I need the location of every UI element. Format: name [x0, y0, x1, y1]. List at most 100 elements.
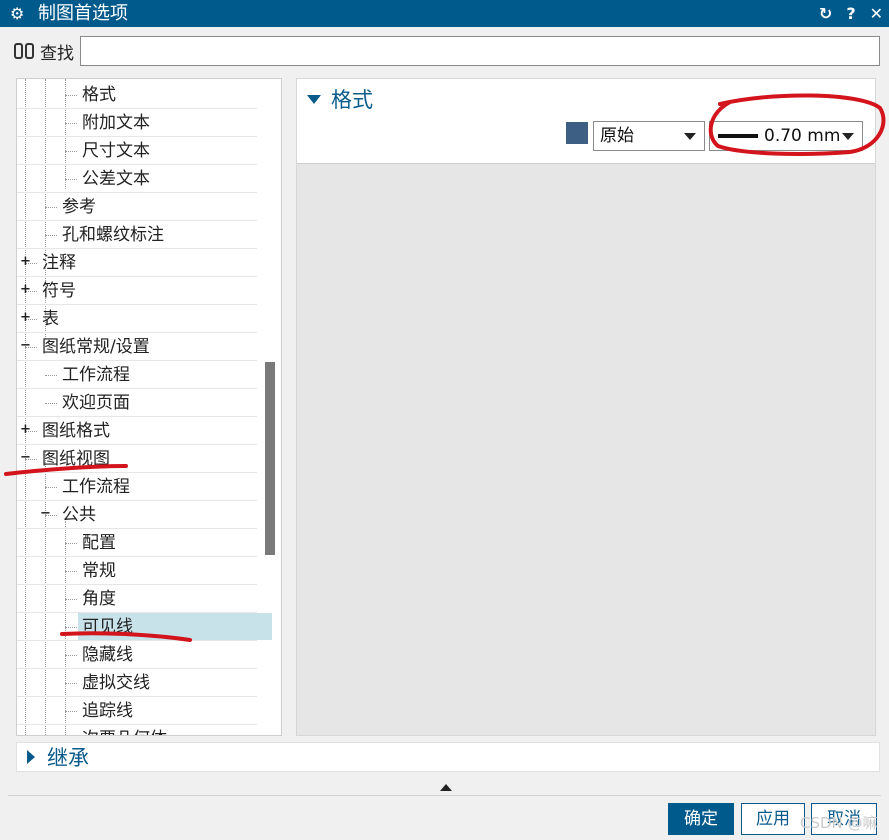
tree-item[interactable]: − 图纸视图 [17, 445, 257, 473]
tree-item-label: 图纸格式 [42, 421, 110, 441]
collapse-minus-icon[interactable]: − [20, 451, 31, 464]
tree-item-label: 图纸常规/设置 [42, 337, 150, 357]
help-icon[interactable]: ? [846, 4, 855, 23]
inherit-section-header[interactable]: 继承 [16, 742, 880, 772]
tree-item[interactable]: 配置 [17, 529, 257, 557]
tree-item[interactable]: 次要几何体 [17, 725, 257, 735]
expand-plus-icon[interactable]: + [20, 255, 31, 268]
tree-item-label: 次要几何体 [82, 725, 167, 735]
color-swatch[interactable] [566, 122, 588, 144]
tree-connector [65, 543, 77, 544]
tree-item[interactable]: 公差文本 [17, 165, 257, 193]
tree-connector [45, 207, 57, 208]
tree-connector [45, 403, 57, 404]
expand-plus-icon[interactable]: + [20, 283, 31, 296]
tree-item-label: 图纸视图 [42, 449, 110, 469]
tree-item[interactable]: 角度 [17, 585, 257, 613]
title-bar: ⚙ 制图首选项 ↻ ? ✕ [0, 0, 889, 27]
tree-item[interactable]: 追踪线 [17, 697, 257, 725]
line-width-value: 0.70 mm [764, 126, 841, 146]
search-label: 查找 [40, 43, 74, 64]
tree-connector [65, 711, 77, 712]
tree-connector [65, 95, 77, 96]
reset-icon[interactable]: ↻ [819, 4, 832, 23]
tree-connector [65, 627, 77, 628]
binoculars-icon [12, 40, 38, 62]
tree-item-label: 工作流程 [62, 477, 130, 497]
tree-item[interactable]: 孔和螺纹标注 [17, 221, 257, 249]
tree-item[interactable]: 尺寸文本 [17, 137, 257, 165]
tree-connector [65, 655, 77, 656]
tree-item[interactable]: 欢迎页面 [17, 389, 257, 417]
tree-connector [65, 151, 77, 152]
gear-icon: ⚙ [10, 4, 25, 23]
tree-item-label: 格式 [82, 85, 116, 105]
tree-item-label: 配置 [82, 533, 116, 553]
tree-item[interactable]: − 图纸常规/设置 [17, 333, 257, 361]
tree-connector [65, 599, 77, 600]
search-row: 查找 [12, 36, 880, 66]
tree-item[interactable]: 隐藏线 [17, 641, 257, 669]
tree-item[interactable]: + 图纸格式 [17, 417, 257, 445]
tree-item[interactable]: 虚拟交线 [17, 669, 257, 697]
apply-button[interactable]: 应用 [741, 803, 805, 835]
tree-connector [45, 235, 57, 236]
collapse-arrow-icon[interactable] [440, 784, 452, 791]
close-icon[interactable]: ✕ [870, 4, 883, 23]
tree-item[interactable]: 工作流程 [17, 361, 257, 389]
inherit-section-title: 继承 [47, 746, 89, 770]
tree-connector [65, 571, 77, 572]
tree-item-label: 角度 [82, 589, 116, 609]
expand-plus-icon[interactable]: + [20, 311, 31, 324]
format-card: 格式 原始 0.70 mm [297, 79, 875, 164]
tree-scrollbar[interactable] [265, 362, 275, 555]
tree-item-label: 虚拟交线 [82, 673, 150, 693]
line-style-value: 原始 [600, 126, 634, 146]
tree-item-label: 尺寸文本 [82, 141, 150, 161]
line-width-dropdown[interactable]: 0.70 mm [709, 121, 863, 151]
expand-plus-icon[interactable]: + [20, 423, 31, 436]
settings-panel: 格式 原始 0.70 mm [296, 78, 876, 736]
expand-triangle-icon [307, 94, 321, 104]
tree-item[interactable]: 常规 [17, 557, 257, 585]
tree-item[interactable]: + 符号 [17, 277, 257, 305]
tree-item-label: 表 [42, 309, 59, 329]
tree-item[interactable]: − 公共 [17, 501, 257, 529]
tree-item-label: 追踪线 [82, 701, 133, 721]
collapse-minus-icon[interactable]: − [40, 507, 51, 520]
tree-connector [45, 375, 57, 376]
tree-item[interactable]: 工作流程 [17, 473, 257, 501]
line-width-icon [718, 134, 758, 138]
tree-item[interactable]: + 表 [17, 305, 257, 333]
tree-item-label: 公差文本 [82, 169, 150, 189]
format-section-header[interactable]: 格式 [305, 84, 373, 114]
collapsed-triangle-icon [27, 750, 35, 764]
tree-item-label: 常规 [82, 561, 116, 581]
tree-item-label: 工作流程 [62, 365, 130, 385]
preferences-tree: 格式 附加文本 尺寸文本 公差文本 参考 孔和螺纹标注 + 注释 + 符号 + 表 − 图纸常规/设置 工作… [16, 78, 282, 736]
tree-item-label: 欢迎页面 [62, 393, 130, 413]
tree-item-label: 附加文本 [82, 113, 150, 133]
dropdown-arrow-icon [842, 133, 854, 140]
tree-item-label: 孔和螺纹标注 [62, 225, 164, 245]
tree-connector [65, 179, 77, 180]
ok-button[interactable]: 确定 [668, 803, 734, 835]
tree-item[interactable]: 格式 [17, 81, 257, 109]
tree-item[interactable]: + 注释 [17, 249, 257, 277]
tree-connector [45, 487, 57, 488]
format-section-title: 格式 [331, 88, 373, 112]
line-style-dropdown[interactable]: 原始 [593, 121, 705, 151]
window-title: 制图首选项 [38, 3, 128, 24]
tree-item[interactable]: 附加文本 [17, 109, 257, 137]
tree-item-label: 符号 [42, 281, 76, 301]
tree-item-label: 注释 [42, 253, 76, 273]
tree-item[interactable]: 参考 [17, 193, 257, 221]
tree-item-label: 参考 [62, 197, 96, 217]
dropdown-arrow-icon [684, 133, 696, 140]
tree-connector [65, 123, 77, 124]
tree-item[interactable]: 可见线 [17, 613, 272, 641]
search-input[interactable] [80, 36, 880, 66]
collapse-minus-icon[interactable]: − [20, 339, 31, 352]
tree-item-label: 隐藏线 [82, 645, 133, 665]
tree-item-label: 可见线 [82, 617, 133, 637]
